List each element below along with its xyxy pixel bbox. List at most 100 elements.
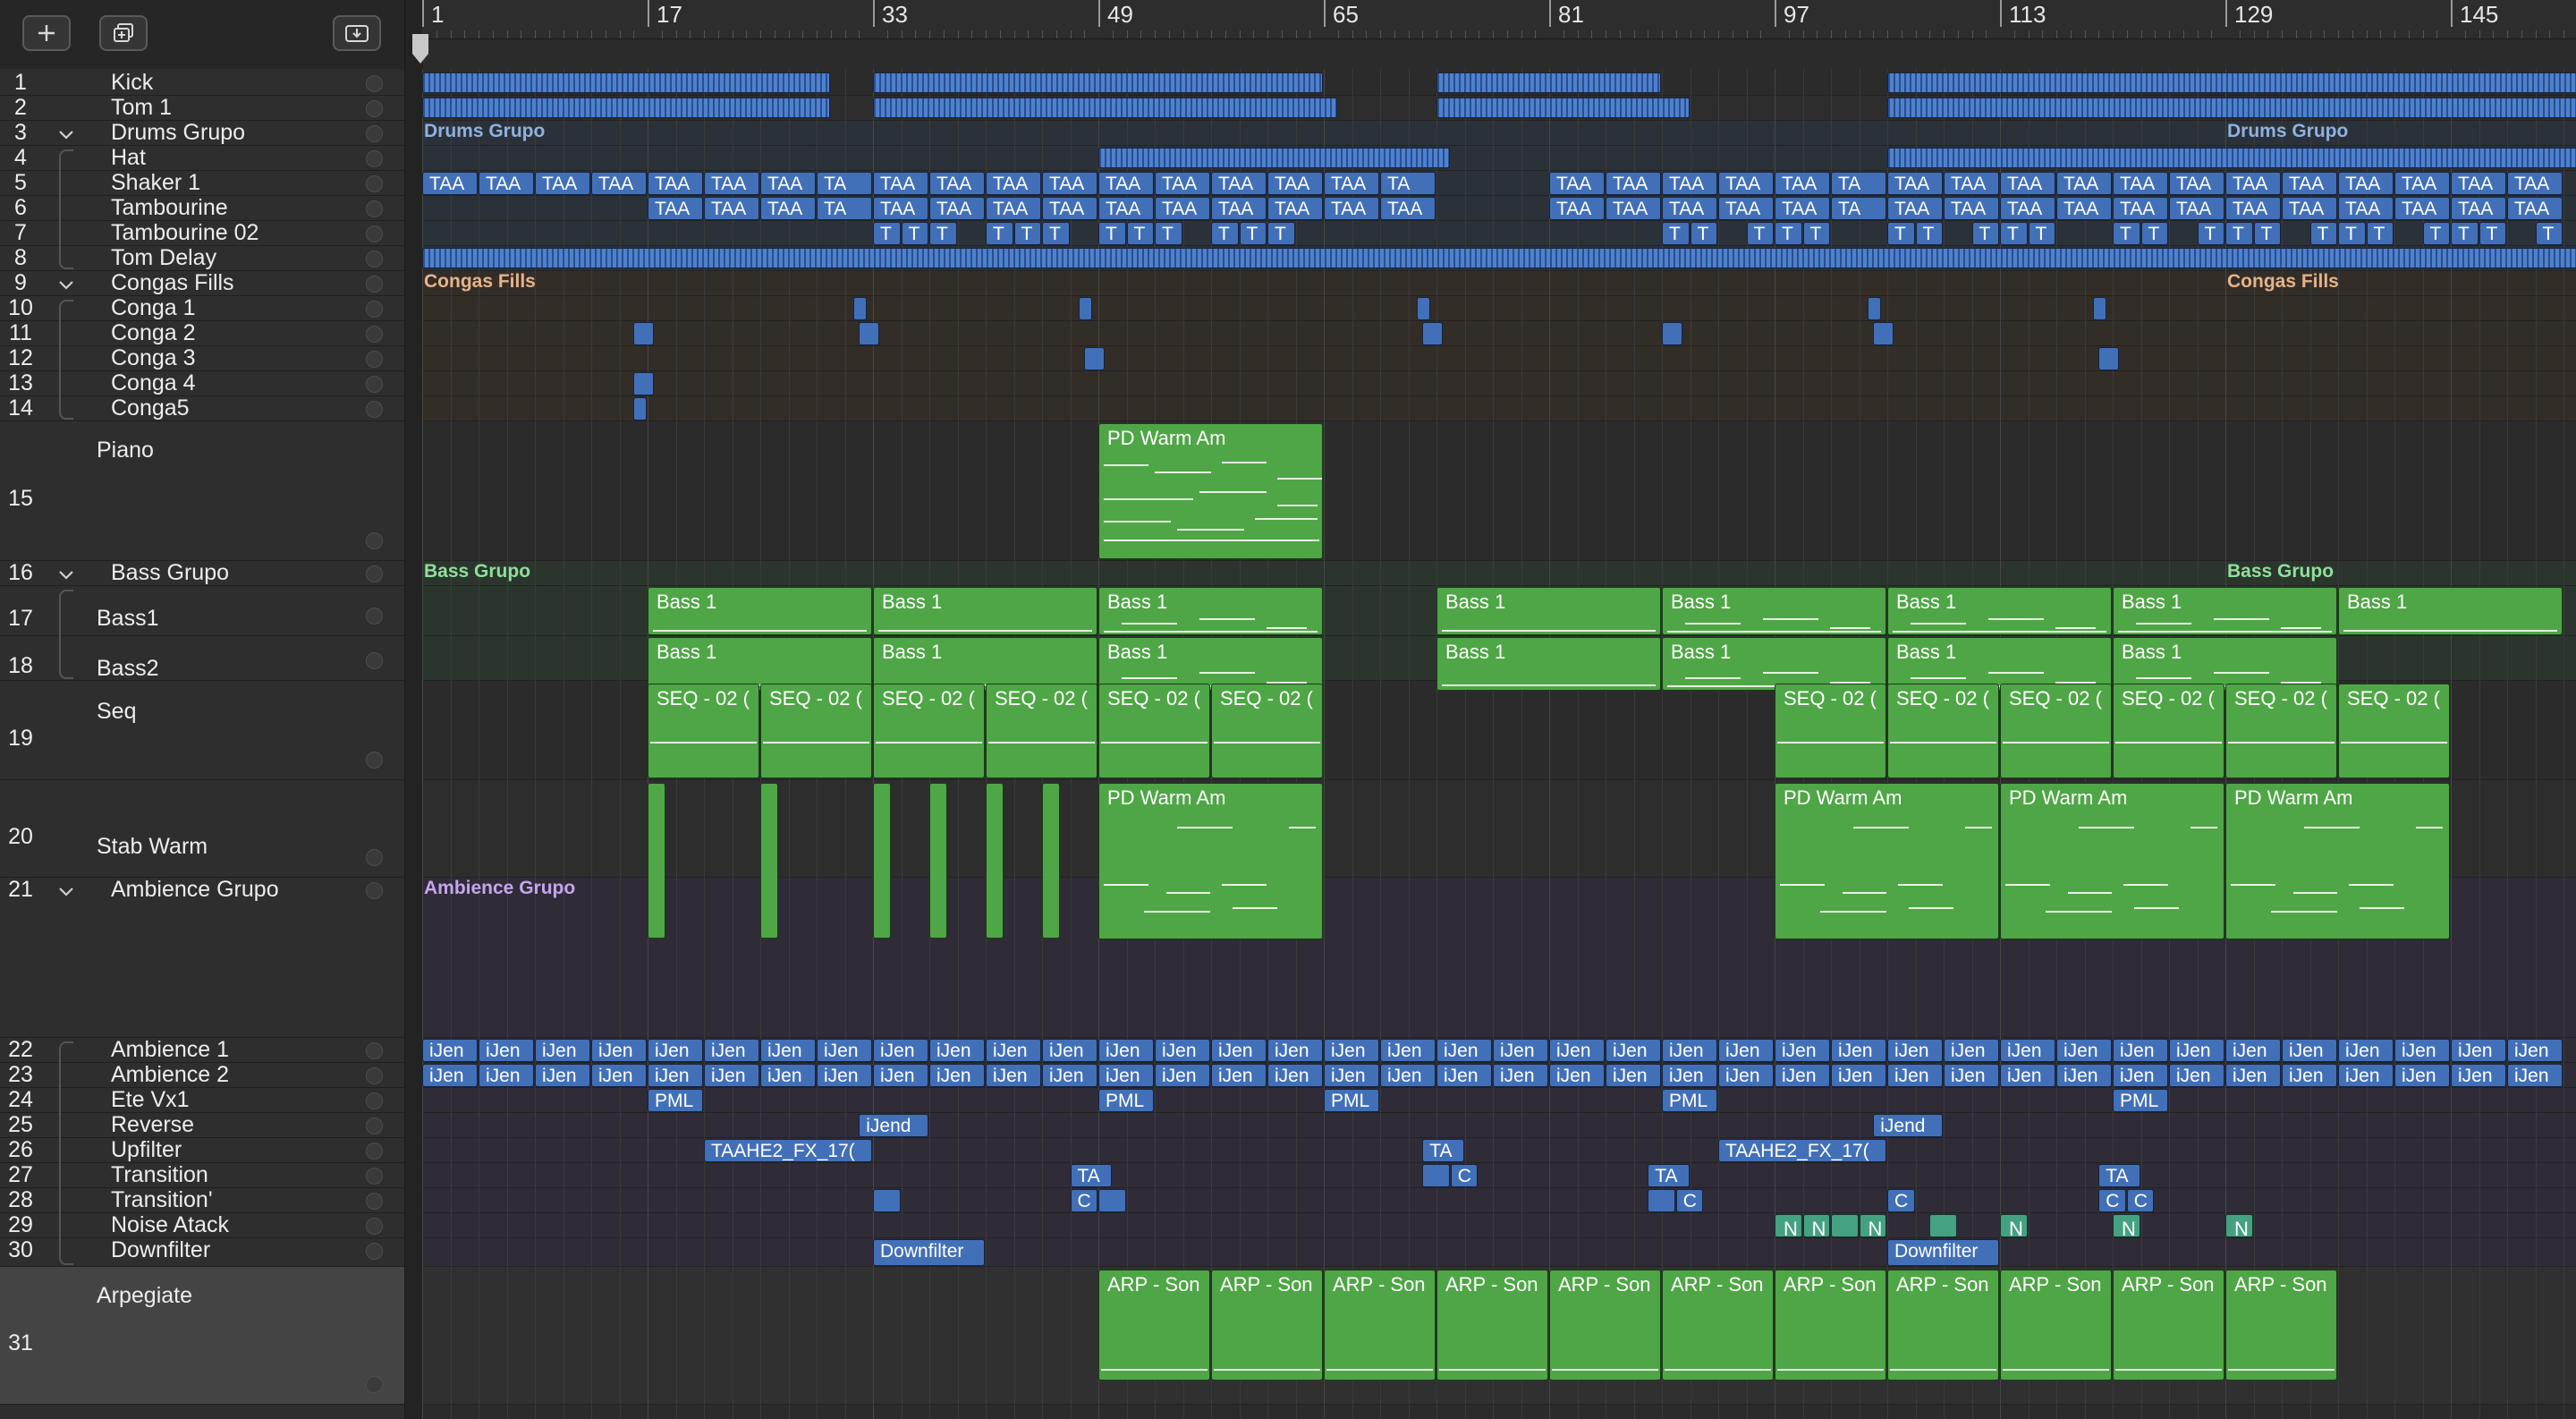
audio-region[interactable]: iJen (2000, 1064, 2055, 1087)
audio-region[interactable]: iJen (986, 1039, 1041, 1062)
audio-region[interactable]: C (1070, 1189, 1097, 1212)
audio-region[interactable]: iJen (1718, 1039, 1774, 1062)
audio-region[interactable]: TAA (760, 172, 816, 195)
playhead[interactable] (410, 34, 431, 69)
audio-region[interactable]: iJen (1944, 1064, 1999, 1087)
audio-region[interactable]: iJen (2394, 1064, 2450, 1087)
audio-region[interactable]: T (2479, 222, 2506, 245)
record-enable-dot[interactable] (366, 1376, 383, 1393)
audio-region[interactable] (1436, 72, 1661, 93)
track-name[interactable]: Piano (97, 438, 154, 463)
audio-region[interactable]: iJen (986, 1064, 1041, 1087)
audio-region[interactable]: iJen (1267, 1064, 1323, 1087)
audio-region[interactable]: iJen (2225, 1064, 2281, 1087)
track-name[interactable]: Noise Atack (111, 1212, 229, 1238)
track-header-31[interactable]: 31 Arpegiate (0, 1267, 404, 1405)
audio-region[interactable]: TAA (2225, 197, 2281, 220)
audio-region[interactable]: iJen (704, 1039, 759, 1062)
track-name[interactable]: Tambourine (111, 195, 228, 221)
audio-region[interactable]: T (1746, 222, 1774, 245)
audio-region[interactable] (873, 1189, 901, 1212)
audio-region[interactable]: TAA (1211, 172, 1267, 195)
audio-region[interactable]: TAA (704, 197, 759, 220)
audio-region[interactable] (873, 98, 1337, 118)
midi-region[interactable]: Bass 1 (1098, 637, 1323, 691)
record-enable-dot[interactable] (366, 1067, 383, 1084)
midi-region[interactable]: SEQ - 02 ( (2338, 684, 2450, 778)
record-enable-dot[interactable] (366, 125, 383, 142)
record-enable-dot[interactable] (366, 608, 383, 625)
midi-region[interactable]: SEQ - 02 ( (873, 684, 985, 778)
audio-region[interactable]: TA (1648, 1164, 1690, 1187)
track-header-20[interactable]: 20 Stab Warm (0, 780, 404, 878)
audio-region[interactable]: TA (1831, 197, 1886, 220)
midi-region[interactable]: ARP - Son (1098, 1270, 1210, 1381)
track-name[interactable]: Conga 3 (111, 345, 196, 371)
track-name[interactable]: Drums Grupo (111, 120, 245, 146)
midi-region[interactable]: SEQ - 02 ( (986, 684, 1097, 778)
audio-region[interactable]: iJen (1380, 1064, 1436, 1087)
download-button[interactable] (333, 15, 381, 51)
duplicate-track-button[interactable] (99, 15, 148, 51)
audio-region[interactable]: iJen (422, 1064, 478, 1087)
midi-region[interactable]: SEQ - 02 ( (1887, 684, 1999, 778)
track-name[interactable]: Bass Grupo (111, 560, 229, 586)
record-enable-dot[interactable] (366, 150, 383, 167)
audio-region[interactable]: PML (1662, 1089, 1717, 1112)
audio-region[interactable] (1831, 1214, 1859, 1237)
audio-region[interactable]: TAA (2169, 197, 2224, 220)
midi-region[interactable] (929, 783, 947, 939)
audio-region[interactable]: T (2113, 222, 2140, 245)
add-track-button[interactable] (22, 15, 71, 51)
audio-region[interactable]: TAA (929, 197, 985, 220)
audio-region[interactable]: iJen (535, 1064, 590, 1087)
audio-region[interactable]: iJen (591, 1039, 647, 1062)
audio-region[interactable]: T (1690, 222, 1717, 245)
audio-region[interactable]: T (2309, 222, 2337, 245)
audio-region[interactable]: T (2140, 222, 2168, 245)
audio-region[interactable]: TAA (1887, 172, 1943, 195)
audio-region[interactable]: iJen (1211, 1039, 1267, 1062)
audio-region[interactable]: TAA (2000, 197, 2055, 220)
audio-region[interactable]: TAA (2225, 172, 2281, 195)
record-enable-dot[interactable] (366, 532, 383, 549)
track-header-3[interactable]: 3 Drums Grupo (0, 120, 404, 146)
track-name[interactable]: Stab Warm (97, 834, 208, 860)
audio-region[interactable]: TAA (1887, 197, 1943, 220)
audio-region[interactable]: iJen (1380, 1039, 1436, 1062)
audio-region[interactable]: iJen (1436, 1064, 1492, 1087)
audio-region[interactable]: TAA (2338, 172, 2394, 195)
audio-region[interactable]: T (901, 222, 928, 245)
audio-region[interactable]: iJen (648, 1064, 703, 1087)
audio-region[interactable]: T (2197, 222, 2224, 245)
audio-region[interactable]: TAA (1775, 172, 1830, 195)
group-region-label[interactable]: Bass Grupo (424, 561, 530, 582)
audio-region[interactable]: iJen (2507, 1039, 2563, 1062)
track-header-15[interactable]: 15 Piano (0, 421, 404, 561)
audio-region[interactable]: iJen (929, 1039, 985, 1062)
audio-region[interactable] (852, 297, 867, 320)
track-header-21[interactable]: 21 Ambience Grupo (0, 877, 404, 1038)
track-name[interactable]: Reverse (111, 1112, 194, 1138)
audio-region[interactable]: TAA (1155, 172, 1210, 195)
midi-region[interactable]: ARP - Son (2113, 1270, 2224, 1381)
audio-region[interactable] (1867, 297, 1881, 320)
track-name[interactable]: Ambience 1 (111, 1037, 229, 1063)
audio-region[interactable] (1078, 297, 1092, 320)
track-name[interactable]: Ambience 2 (111, 1062, 229, 1088)
audio-region[interactable]: iJen (2169, 1039, 2224, 1062)
audio-region[interactable]: TAA (535, 172, 590, 195)
audio-region[interactable] (633, 322, 654, 345)
audio-region[interactable]: TAA (1718, 197, 1774, 220)
audio-region[interactable]: iJen (2338, 1039, 2394, 1062)
audio-region[interactable]: iJen (1718, 1064, 1774, 1087)
audio-region[interactable]: T (2535, 222, 2563, 245)
audio-region[interactable]: TAA (1944, 197, 1999, 220)
audio-region[interactable]: iJen (873, 1064, 928, 1087)
audio-region[interactable]: C (1450, 1164, 1479, 1187)
audio-region[interactable]: T (1887, 222, 1915, 245)
audio-region[interactable]: iJen (2169, 1064, 2224, 1087)
audio-region[interactable]: iJen (1549, 1039, 1605, 1062)
audio-region[interactable]: iJen (760, 1039, 816, 1062)
midi-region[interactable]: ARP - Son (1775, 1270, 1886, 1381)
